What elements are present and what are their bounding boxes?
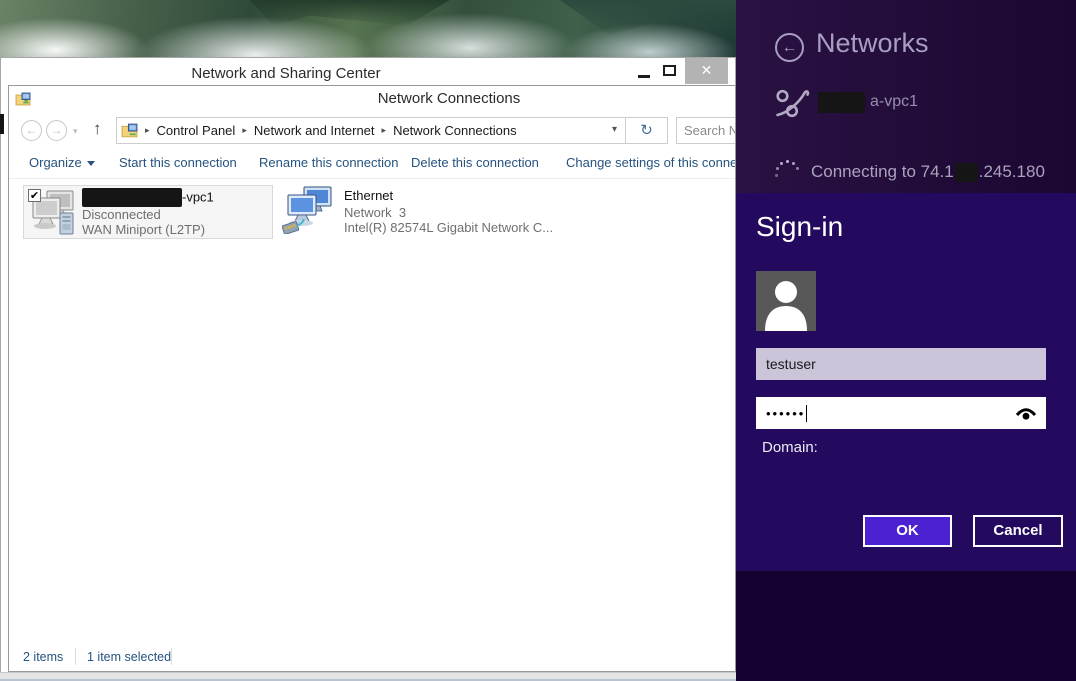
progress-spinner-icon: [774, 159, 800, 185]
cancel-button[interactable]: Cancel: [973, 515, 1063, 547]
status-bar: 2 items 1 item selected: [9, 642, 736, 672]
signin-section: Sign-in •••••• Domain: OK Cancel: [736, 193, 1076, 571]
domain-label: Domain:: [762, 439, 818, 456]
network-connections-icon: [15, 91, 31, 107]
vpn-network-row[interactable]: a-vpc1: [774, 84, 918, 120]
networks-charm-panel: ← Networks a-vpc1: [736, 0, 1076, 681]
panel-footer: [736, 571, 1076, 681]
item-checkbox[interactable]: ✔: [28, 189, 41, 202]
connecting-text: Connecting to 74.1: [811, 162, 954, 182]
text-caret: [806, 405, 807, 422]
item-name-row: -vpc1: [82, 188, 214, 207]
ok-button[interactable]: OK: [863, 515, 952, 547]
divider: [171, 648, 172, 665]
change-settings-button[interactable]: Change settings of this connection: [566, 155, 736, 170]
window-network-connections: Network Connections ← → ▾ ↑ ▸ Control Pa…: [8, 85, 736, 672]
crumb-separator-icon: ▸: [375, 125, 394, 136]
start-connection-button[interactable]: Start this connection: [119, 155, 237, 170]
item-device: Intel(R) 82574L Gigabit Network C...: [344, 220, 553, 235]
breadcrumb-network-and-internet[interactable]: Network and Internet: [254, 123, 375, 138]
address-location-icon: [121, 122, 138, 139]
redaction-box: [955, 163, 978, 182]
close-button[interactable]: ✕: [685, 58, 728, 84]
breadcrumb-control-panel[interactable]: Control Panel: [157, 123, 236, 138]
address-bar[interactable]: ▸ Control Panel ▸ Network and Internet ▸…: [116, 117, 626, 144]
window-edge-fragment: [0, 114, 4, 134]
item-device: WAN Miniport (L2TP): [82, 222, 205, 237]
networks-header-section: ← Networks a-vpc1: [736, 0, 1076, 193]
window-bottom-edge: [0, 672, 736, 681]
username-field[interactable]: [756, 348, 1046, 380]
item-status: Network 3: [344, 205, 406, 220]
item-status: Disconnected: [82, 207, 161, 222]
search-input[interactable]: Search Network Connections: [676, 117, 736, 144]
screen: Network and Sharing Center ✕ Network Con…: [0, 0, 1076, 681]
chevron-down-icon: [87, 161, 95, 166]
nav-up-button[interactable]: ↑: [93, 119, 102, 139]
desktop-wallpaper: [0, 0, 736, 57]
panel-title: Networks: [816, 28, 929, 59]
avatar: [756, 271, 816, 331]
divider: [75, 648, 76, 665]
ethernet-icon: [282, 186, 334, 234]
address-dropdown-icon[interactable]: ▾: [612, 124, 617, 135]
password-masked-value: ••••••: [766, 406, 805, 421]
window-title: Network Connections: [309, 90, 589, 107]
nav-back-button[interactable]: ←: [21, 120, 42, 141]
breadcrumb-network-connections[interactable]: Network Connections: [393, 123, 517, 138]
password-field[interactable]: ••••••: [756, 397, 1046, 429]
rename-connection-button[interactable]: Rename this connection: [259, 155, 398, 170]
nav-forward-button[interactable]: →: [46, 120, 67, 141]
back-button[interactable]: ←: [775, 33, 804, 62]
nav-history-chevron-icon[interactable]: ▾: [73, 126, 78, 137]
connecting-status-row: Connecting to 74.1 .245.180: [774, 159, 1045, 185]
crumb-separator-icon: ▸: [235, 125, 254, 136]
organize-menu[interactable]: Organize: [29, 155, 95, 170]
item-name: -vpc1: [182, 190, 214, 205]
item-count: 2 items: [23, 650, 63, 664]
selection-count: 1 item selected: [87, 650, 171, 664]
item-name: Ethernet: [344, 188, 393, 203]
command-bar: Organize Start this connection Rename th…: [9, 148, 736, 179]
mountain-ridge: [250, 0, 450, 26]
redaction-box: [818, 92, 865, 113]
crumb-separator-icon: ▸: [138, 125, 157, 136]
vpn-name: a-vpc1: [870, 93, 918, 111]
signin-title: Sign-in: [756, 211, 843, 243]
redaction-box: [82, 188, 182, 207]
connecting-text: .245.180: [979, 162, 1045, 182]
vpn-icon: [774, 84, 812, 120]
password-reveal-eye-icon[interactable]: [1015, 406, 1037, 421]
list-item-ethernet[interactable]: Ethernet Network 3 Intel(R) 82574L Gigab…: [278, 185, 528, 239]
maximize-button[interactable]: [663, 65, 676, 76]
minimize-button[interactable]: [638, 75, 650, 78]
refresh-button[interactable]: ↻: [626, 117, 668, 144]
list-item-vpn-connection[interactable]: ✔ -vpc1 Disconnected WAN Miniport (L2TP): [23, 185, 273, 239]
delete-connection-button[interactable]: Delete this connection: [411, 155, 539, 170]
mountain-ridge: [560, 0, 736, 40]
window-title: Network and Sharing Center: [151, 65, 421, 82]
